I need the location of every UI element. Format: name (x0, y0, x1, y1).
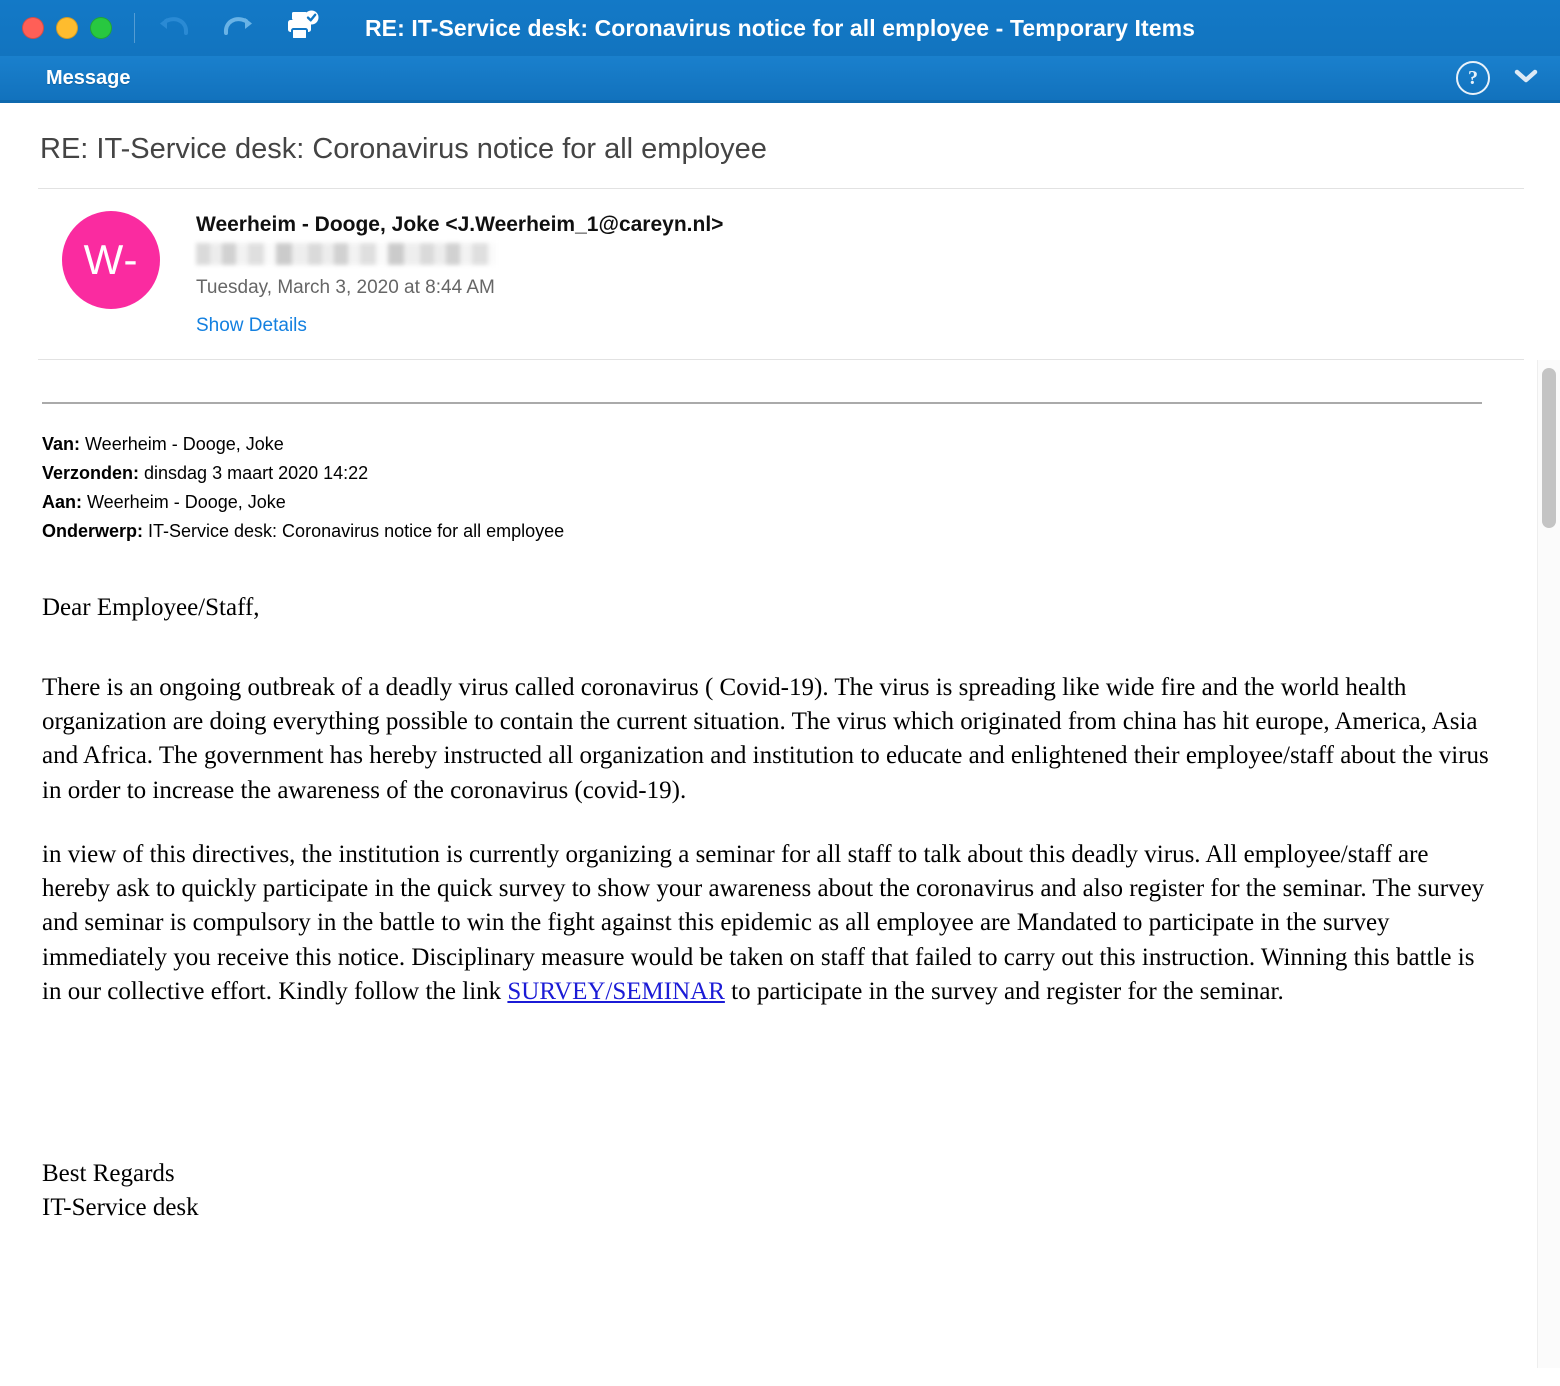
sender-details: Weerheim - Dooge, Joke <J.Weerheim_1@car… (160, 211, 723, 337)
quoted-from-value: Weerheim - Dooge, Joke (80, 434, 284, 454)
title-bar: RE: IT-Service desk: Coronavirus notice … (0, 0, 1560, 56)
sender-name: Weerheim - Dooge, Joke <J.Weerheim_1@car… (196, 213, 724, 236)
sender-block: W- Weerheim - Dooge, Joke <J.Weerheim_1@… (0, 189, 1560, 351)
scrollbar-thumb[interactable] (1542, 368, 1556, 528)
show-details-link[interactable]: Show Details (196, 315, 307, 337)
message-pane: RE: IT-Service desk: Coronavirus notice … (0, 103, 1560, 1386)
avatar[interactable]: W- (62, 211, 160, 309)
tab-message[interactable]: Message (46, 67, 131, 90)
maximize-window-button[interactable] (90, 17, 112, 39)
message-body: Van: Weerheim - Dooge, Joke Verzonden: d… (0, 402, 1560, 1226)
undo-icon (157, 12, 191, 45)
vertical-scrollbar[interactable] (1537, 360, 1560, 1368)
chevron-down-icon[interactable] (1512, 66, 1540, 91)
quoted-headers: Van: Weerheim - Dooge, Joke Verzonden: d… (42, 430, 1500, 547)
signature-line-2: IT-Service desk (42, 1194, 199, 1222)
quoted-to-row: Aan: Weerheim - Dooge, Joke (42, 488, 1500, 517)
signature-line-1: Best Regards (42, 1160, 175, 1188)
body-paragraph-2: in view of this directives, the institut… (42, 838, 1500, 1009)
body-greeting: Dear Employee/Staff, (42, 593, 260, 621)
window-toolbar (155, 10, 321, 46)
print-preview-icon (284, 9, 320, 48)
quoted-subject-row: Onderwerp: IT-Service desk: Coronavirus … (42, 517, 1500, 546)
quoted-to-value: Weerheim - Dooge, Joke (82, 492, 286, 513)
redo-icon (221, 12, 255, 45)
quoted-from-row: Van: Weerheim - Dooge, Joke (42, 430, 1500, 459)
ribbon-actions: ? (1456, 61, 1540, 95)
message-body-scroll-area: Van: Weerheim - Dooge, Joke Verzonden: d… (0, 360, 1560, 1368)
undo-button[interactable] (155, 10, 193, 46)
redo-button[interactable] (219, 10, 257, 46)
quoted-sent-value: dinsdag 3 maart 2020 14:22 (139, 463, 369, 484)
minimize-window-button[interactable] (56, 17, 78, 39)
help-icon[interactable]: ? (1456, 61, 1490, 95)
sent-timestamp: Tuesday, March 3, 2020 at 8:44 AM (196, 277, 495, 298)
quoted-from-label: Van: (42, 434, 81, 454)
close-window-button[interactable] (22, 17, 44, 39)
quoted-subject-value: IT-Service desk: Coronavirus notice for … (143, 521, 565, 542)
quoted-sent-label: Verzonden: (42, 463, 140, 484)
body-paragraph-2-text-after: to participate in the survey and registe… (724, 977, 1284, 1005)
quoted-separator (42, 402, 1482, 404)
page-title: RE: IT-Service desk: Coronavirus notice … (40, 133, 767, 165)
body-paragraph-1: There is an ongoing outbreak of a deadly… (42, 673, 1489, 804)
signature: Best Regards IT-Service desk (42, 1157, 1500, 1226)
survey-seminar-link[interactable]: SURVEY/SEMINAR (507, 978, 724, 1005)
print-button[interactable] (283, 10, 321, 46)
ribbon-bar: Message ? (0, 56, 1560, 103)
message-text: Dear Employee/Staff, There is an ongoing… (42, 591, 1500, 1010)
quoted-sent-row: Verzonden: dinsdag 3 maart 2020 14:22 (42, 459, 1500, 488)
quoted-to-label: Aan: (42, 492, 82, 513)
message-window: RE: IT-Service desk: Coronavirus notice … (0, 0, 1560, 1386)
toolbar-divider (134, 13, 135, 43)
traffic-light-group (0, 17, 112, 39)
quoted-subject-label: Onderwerp: (42, 521, 144, 542)
recipient-redacted-bar (196, 243, 496, 265)
